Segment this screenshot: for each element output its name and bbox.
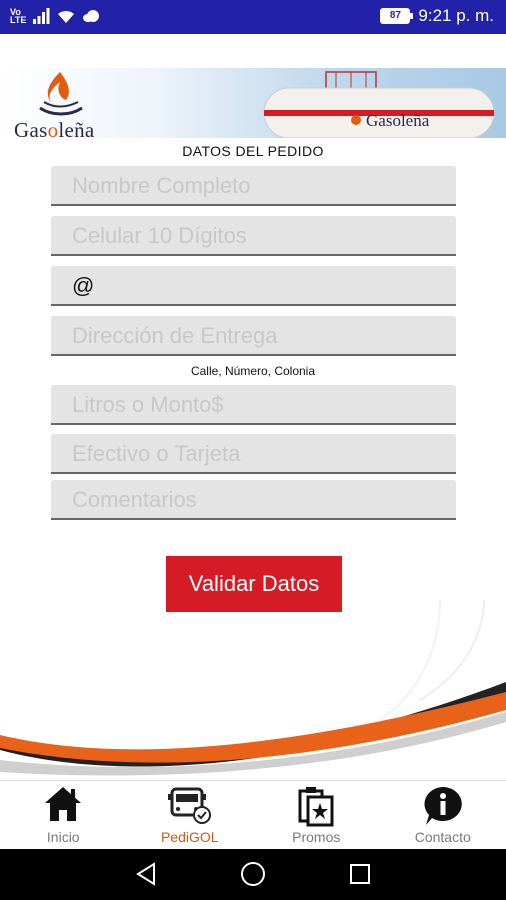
order-section-title: DATOS DEL PEDIDO bbox=[182, 143, 324, 159]
full-name-input[interactable]: Nombre Completo bbox=[51, 166, 456, 206]
home-circle-icon[interactable] bbox=[240, 861, 266, 887]
nav-label-promos: Promos bbox=[292, 829, 341, 845]
recents-icon[interactable] bbox=[349, 863, 371, 885]
nav-label-pedigol: PediGOL bbox=[160, 829, 219, 845]
nav-label-inicio: Inicio bbox=[46, 829, 80, 845]
email-input[interactable]: @ bbox=[51, 266, 456, 306]
comments-input[interactable]: Comentarios bbox=[51, 480, 456, 520]
gasolena-logo: Gasoleña bbox=[10, 68, 110, 138]
nav-item-inicio[interactable]: Inicio bbox=[0, 781, 127, 848]
back-icon[interactable] bbox=[134, 862, 158, 886]
status-bar: Vo LTE 87 9:21 p. m. bbox=[0, 0, 506, 34]
promos-icon bbox=[298, 787, 334, 827]
status-left: Vo LTE bbox=[10, 7, 100, 25]
nav-label-contacto: Contacto bbox=[414, 829, 471, 845]
status-right: 87 9:21 p. m. bbox=[380, 6, 494, 26]
nav-item-pedigol[interactable]: PediGOL bbox=[127, 781, 254, 848]
flame-icon bbox=[39, 72, 83, 116]
liters-amount-input[interactable]: Litros o Monto$ bbox=[51, 385, 456, 425]
truck-order-icon bbox=[167, 787, 211, 824]
logo-text: Gasoleña bbox=[14, 118, 95, 138]
delivery-address-input[interactable]: Dirección de Entrega bbox=[51, 316, 456, 356]
nav-item-contacto[interactable]: Contacto bbox=[380, 781, 506, 848]
payment-method-input[interactable]: Efectivo o Tarjeta bbox=[51, 434, 456, 474]
clock: 9:21 p. m. bbox=[418, 6, 494, 25]
header-banner: Gasoleña Gasoleña bbox=[0, 68, 506, 138]
validate-data-button[interactable]: Validar Datos bbox=[166, 556, 342, 612]
gas-tanker-image: Gasoleña bbox=[263, 71, 495, 138]
wifi-icon bbox=[58, 10, 75, 23]
phone-input[interactable]: Celular 10 Dígitos bbox=[51, 216, 456, 256]
volte-indicator: Vo LTE bbox=[10, 7, 27, 25]
bottom-navigation: Inicio PediGOL Promos Contacto bbox=[0, 780, 506, 848]
cloud-icon bbox=[83, 10, 100, 22]
home-icon bbox=[45, 787, 82, 821]
decorative-swoosh bbox=[0, 600, 506, 776]
info-icon bbox=[424, 787, 462, 825]
signal-icon bbox=[33, 8, 50, 24]
address-hint: Calle, Número, Colonia bbox=[190, 364, 316, 378]
svg-text:Gasoleña: Gasoleña bbox=[366, 111, 430, 130]
system-navigation-bar bbox=[0, 849, 506, 900]
nav-item-promos[interactable]: Promos bbox=[253, 781, 380, 848]
battery-icon: 87 bbox=[380, 8, 414, 24]
